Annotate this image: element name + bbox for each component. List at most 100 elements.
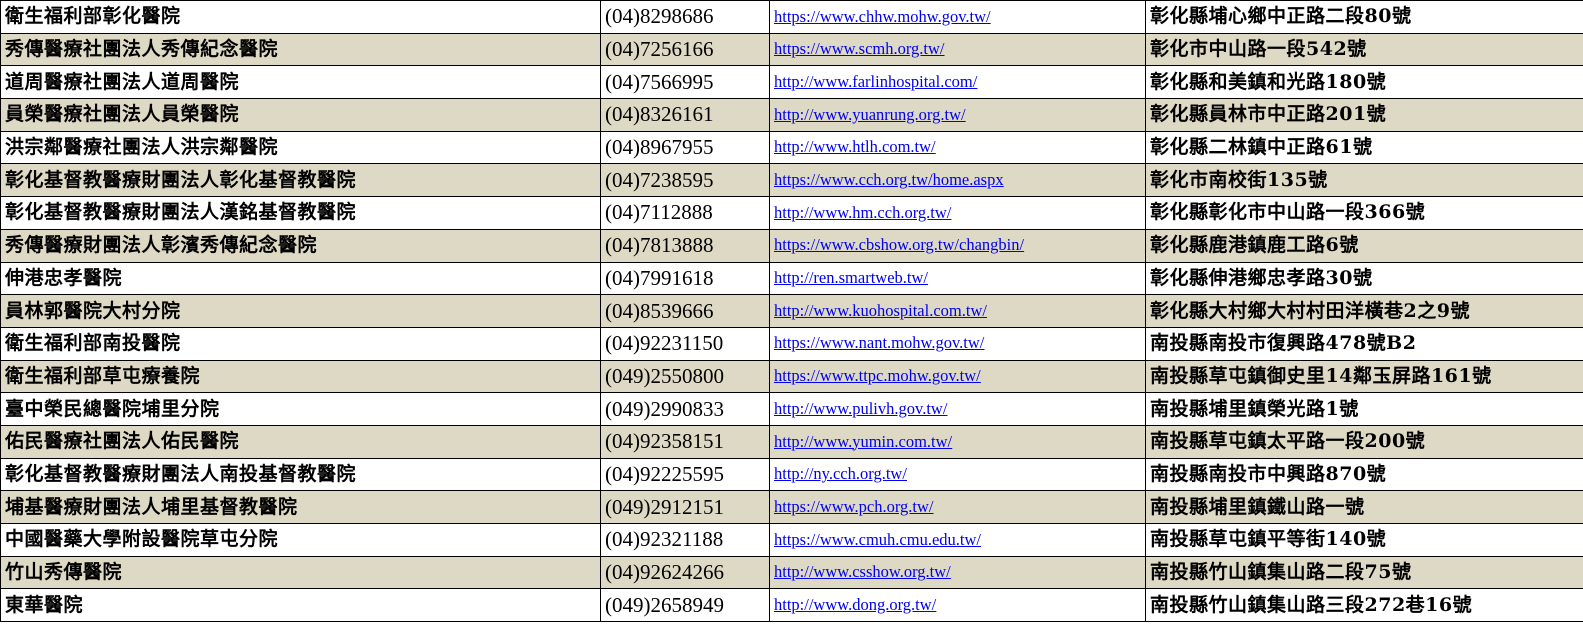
website-link[interactable]: https://www.ttpc.mohw.gov.tw/ xyxy=(774,366,981,385)
website-cell: https://www.ttpc.mohw.gov.tw/ xyxy=(769,359,1146,394)
website-link[interactable]: https://www.cbshow.org.tw/changbin/ xyxy=(774,235,1024,254)
website-cell: http://www.csshow.org.tw/ xyxy=(769,555,1146,590)
address-cell: 南投縣草屯鎮平等街140號 xyxy=(1145,523,1583,557)
hospital-name-cell: 秀傳醫療社團法人秀傳紀念醫院 xyxy=(0,32,601,67)
phone-cell: (04)92321188 xyxy=(600,523,770,557)
table-row: 員榮醫療社團法人員榮醫院 (04)8326161 http://www.yuanru… xyxy=(0,98,1583,132)
table-row: 衛生福利部彰化醫院 (04)8298686 https://www.chhw.moh… xyxy=(0,0,1583,34)
website-cell: https://www.nant.mohw.gov.tw/ xyxy=(769,326,1146,361)
website-link[interactable]: http://www.hm.cch.org.tw/ xyxy=(774,203,951,222)
table-row: 衛生福利部南投醫院 (04)92231150 https://www.nant.mo… xyxy=(0,326,1583,361)
website-cell: http://www.pulivh.gov.tw/ xyxy=(769,392,1146,426)
hospital-name-cell: 彰化基督教醫療財團法人漢銘基督教醫院 xyxy=(0,196,601,230)
hospital-name-cell: 道周醫療社團法人道周醫院 xyxy=(0,65,601,100)
address-cell: 彰化市中山路一段542號 xyxy=(1145,32,1583,67)
website-link[interactable]: https://www.chhw.mohw.gov.tw/ xyxy=(774,7,991,26)
website-link[interactable]: https://www.pch.org.tw/ xyxy=(774,497,934,516)
address-cell: 南投縣南投市復興路478號B2 xyxy=(1145,326,1583,361)
hospital-name-cell: 中國醫藥大學附設醫院草屯分院 xyxy=(0,523,601,557)
website-link[interactable]: http://www.farlinhospital.com/ xyxy=(774,72,977,91)
address-cell: 彰化縣埔心鄉中正路二段80號 xyxy=(1145,0,1583,34)
address-cell: 彰化縣鹿港鎮鹿工路6號 xyxy=(1145,228,1583,263)
website-link[interactable]: https://www.cmuh.cmu.edu.tw/ xyxy=(774,530,981,549)
address-cell: 南投縣草屯鎮太平路一段200號 xyxy=(1145,424,1583,459)
website-cell: https://www.pch.org.tw/ xyxy=(769,490,1146,524)
address-cell: 南投縣竹山鎮集山路三段272巷16號 xyxy=(1145,588,1583,623)
website-cell: http://ny.cch.org.tw/ xyxy=(769,457,1146,492)
phone-cell: (04)92225595 xyxy=(600,457,770,492)
table-row: 秀傳醫療財團法人彰濱秀傳紀念醫院 (04)7813888 https://www.c… xyxy=(0,228,1583,263)
website-link[interactable]: https://www.cch.org.tw/home.aspx xyxy=(774,170,1004,189)
website-link[interactable]: https://www.nant.mohw.gov.tw/ xyxy=(774,333,984,352)
phone-cell: (04)7256166 xyxy=(600,32,770,67)
address-cell: 彰化縣伸港鄉忠孝路30號 xyxy=(1145,261,1583,296)
phone-cell: (04)8298686 xyxy=(600,0,770,34)
website-link[interactable]: http://www.htlh.com.tw/ xyxy=(774,137,936,156)
hospital-name-cell: 東華醫院 xyxy=(0,588,601,623)
website-link[interactable]: http://ny.cch.org.tw/ xyxy=(774,464,907,483)
phone-cell: (04)8326161 xyxy=(600,98,770,132)
website-cell: https://www.chhw.mohw.gov.tw/ xyxy=(769,0,1146,34)
phone-cell: (04)92624266 xyxy=(600,555,770,590)
website-link[interactable]: http://www.yuanrung.org.tw/ xyxy=(774,105,966,124)
address-cell: 彰化縣和美鎮和光路180號 xyxy=(1145,65,1583,100)
website-cell: https://www.cmuh.cmu.edu.tw/ xyxy=(769,523,1146,557)
hospital-name-cell: 衛生福利部彰化醫院 xyxy=(0,0,601,34)
hospital-name-cell: 洪宗鄰醫療社團法人洪宗鄰醫院 xyxy=(0,130,601,165)
website-link[interactable]: https://www.scmh.org.tw/ xyxy=(774,39,945,58)
website-link[interactable]: http://www.yumin.com.tw/ xyxy=(774,432,952,451)
phone-cell: (049)2550800 xyxy=(600,359,770,394)
phone-cell: (04)8967955 xyxy=(600,130,770,165)
hospital-table: 衛生福利部彰化醫院 (04)8298686 https://www.chhw.moh… xyxy=(0,0,1583,623)
website-link[interactable]: http://www.kuohospital.com.tw/ xyxy=(774,301,987,320)
phone-cell: (04)7813888 xyxy=(600,228,770,263)
website-cell: http://www.kuohospital.com.tw/ xyxy=(769,294,1146,328)
address-cell: 南投縣竹山鎮集山路二段75號 xyxy=(1145,555,1583,590)
phone-cell: (04)7566995 xyxy=(600,65,770,100)
table-row: 伸港忠孝醫院 (04)7991618 http://ren.smartweb.tw/… xyxy=(0,261,1583,296)
phone-cell: (04)92231150 xyxy=(600,326,770,361)
website-cell: http://www.yumin.com.tw/ xyxy=(769,424,1146,459)
table-row: 東華醫院 (049)2658949 http://www.dong.org.tw/南… xyxy=(0,588,1583,623)
website-cell: http://www.htlh.com.tw/ xyxy=(769,130,1146,165)
website-link[interactable]: http://ren.smartweb.tw/ xyxy=(774,268,928,287)
hospital-name-cell: 埔基醫療財團法人埔里基督教醫院 xyxy=(0,490,601,524)
table-row: 道周醫療社團法人道周醫院 (04)7566995 http://www.farlin… xyxy=(0,65,1583,100)
table-row: 竹山秀傳醫院 (04)92624266 http://www.csshow.org.… xyxy=(0,555,1583,590)
website-cell: http://www.hm.cch.org.tw/ xyxy=(769,196,1146,230)
website-cell: https://www.scmh.org.tw/ xyxy=(769,32,1146,67)
table-row: 埔基醫療財團法人埔里基督教醫院 (049)2912151 https://www.p… xyxy=(0,490,1583,524)
website-cell: http://www.dong.org.tw/ xyxy=(769,588,1146,623)
hospital-name-cell: 伸港忠孝醫院 xyxy=(0,261,601,296)
hospital-name-cell: 彰化基督教醫療財團法人南投基督教醫院 xyxy=(0,457,601,492)
website-cell: https://www.cch.org.tw/home.aspx xyxy=(769,163,1146,198)
table-row: 秀傳醫療社團法人秀傳紀念醫院 (04)7256166 https://www.scm… xyxy=(0,32,1583,67)
address-cell: 南投縣埔里鎮鐵山路一號 xyxy=(1145,490,1583,524)
table-row: 佑民醫療社團法人佑民醫院 (04)92358151 http://www.yumin… xyxy=(0,424,1583,459)
website-link[interactable]: http://www.pulivh.gov.tw/ xyxy=(774,399,947,418)
website-link[interactable]: http://www.csshow.org.tw/ xyxy=(774,562,951,581)
table-row: 彰化基督教醫療財團法人漢銘基督教醫院 (04)7112888 http://www.… xyxy=(0,196,1583,230)
hospital-name-cell: 衛生福利部草屯療養院 xyxy=(0,359,601,394)
hospital-name-cell: 臺中榮民總醫院埔里分院 xyxy=(0,392,601,426)
address-cell: 南投縣草屯鎮御史里14鄰玉屏路161號 xyxy=(1145,359,1583,394)
table-row: 彰化基督教醫療財團法人南投基督教醫院 (04)92225595 http://ny.… xyxy=(0,457,1583,492)
website-link[interactable]: http://www.dong.org.tw/ xyxy=(774,595,936,614)
phone-cell: (04)7112888 xyxy=(600,196,770,230)
address-cell: 南投縣埔里鎮榮光路1號 xyxy=(1145,392,1583,426)
address-cell: 彰化市南校街135號 xyxy=(1145,163,1583,198)
hospital-name-cell: 佑民醫療社團法人佑民醫院 xyxy=(0,424,601,459)
address-cell: 彰化縣二林鎮中正路61號 xyxy=(1145,130,1583,165)
phone-cell: (04)8539666 xyxy=(600,294,770,328)
phone-cell: (049)2658949 xyxy=(600,588,770,623)
address-cell: 彰化縣大村鄉大村村田洋橫巷2之9號 xyxy=(1145,294,1583,328)
phone-cell: (04)92358151 xyxy=(600,424,770,459)
hospital-name-cell: 竹山秀傳醫院 xyxy=(0,555,601,590)
website-cell: http://www.farlinhospital.com/ xyxy=(769,65,1146,100)
phone-cell: (04)7238595 xyxy=(600,163,770,198)
hospital-name-cell: 衛生福利部南投醫院 xyxy=(0,326,601,361)
hospital-table-body: 衛生福利部彰化醫院 (04)8298686 https://www.chhw.moh… xyxy=(0,0,1583,623)
address-cell: 南投縣南投市中興路870號 xyxy=(1145,457,1583,492)
address-cell: 彰化縣彰化市中山路一段366號 xyxy=(1145,196,1583,230)
table-row: 衛生福利部草屯療養院 (049)2550800 https://www.ttpc.m… xyxy=(0,359,1583,394)
